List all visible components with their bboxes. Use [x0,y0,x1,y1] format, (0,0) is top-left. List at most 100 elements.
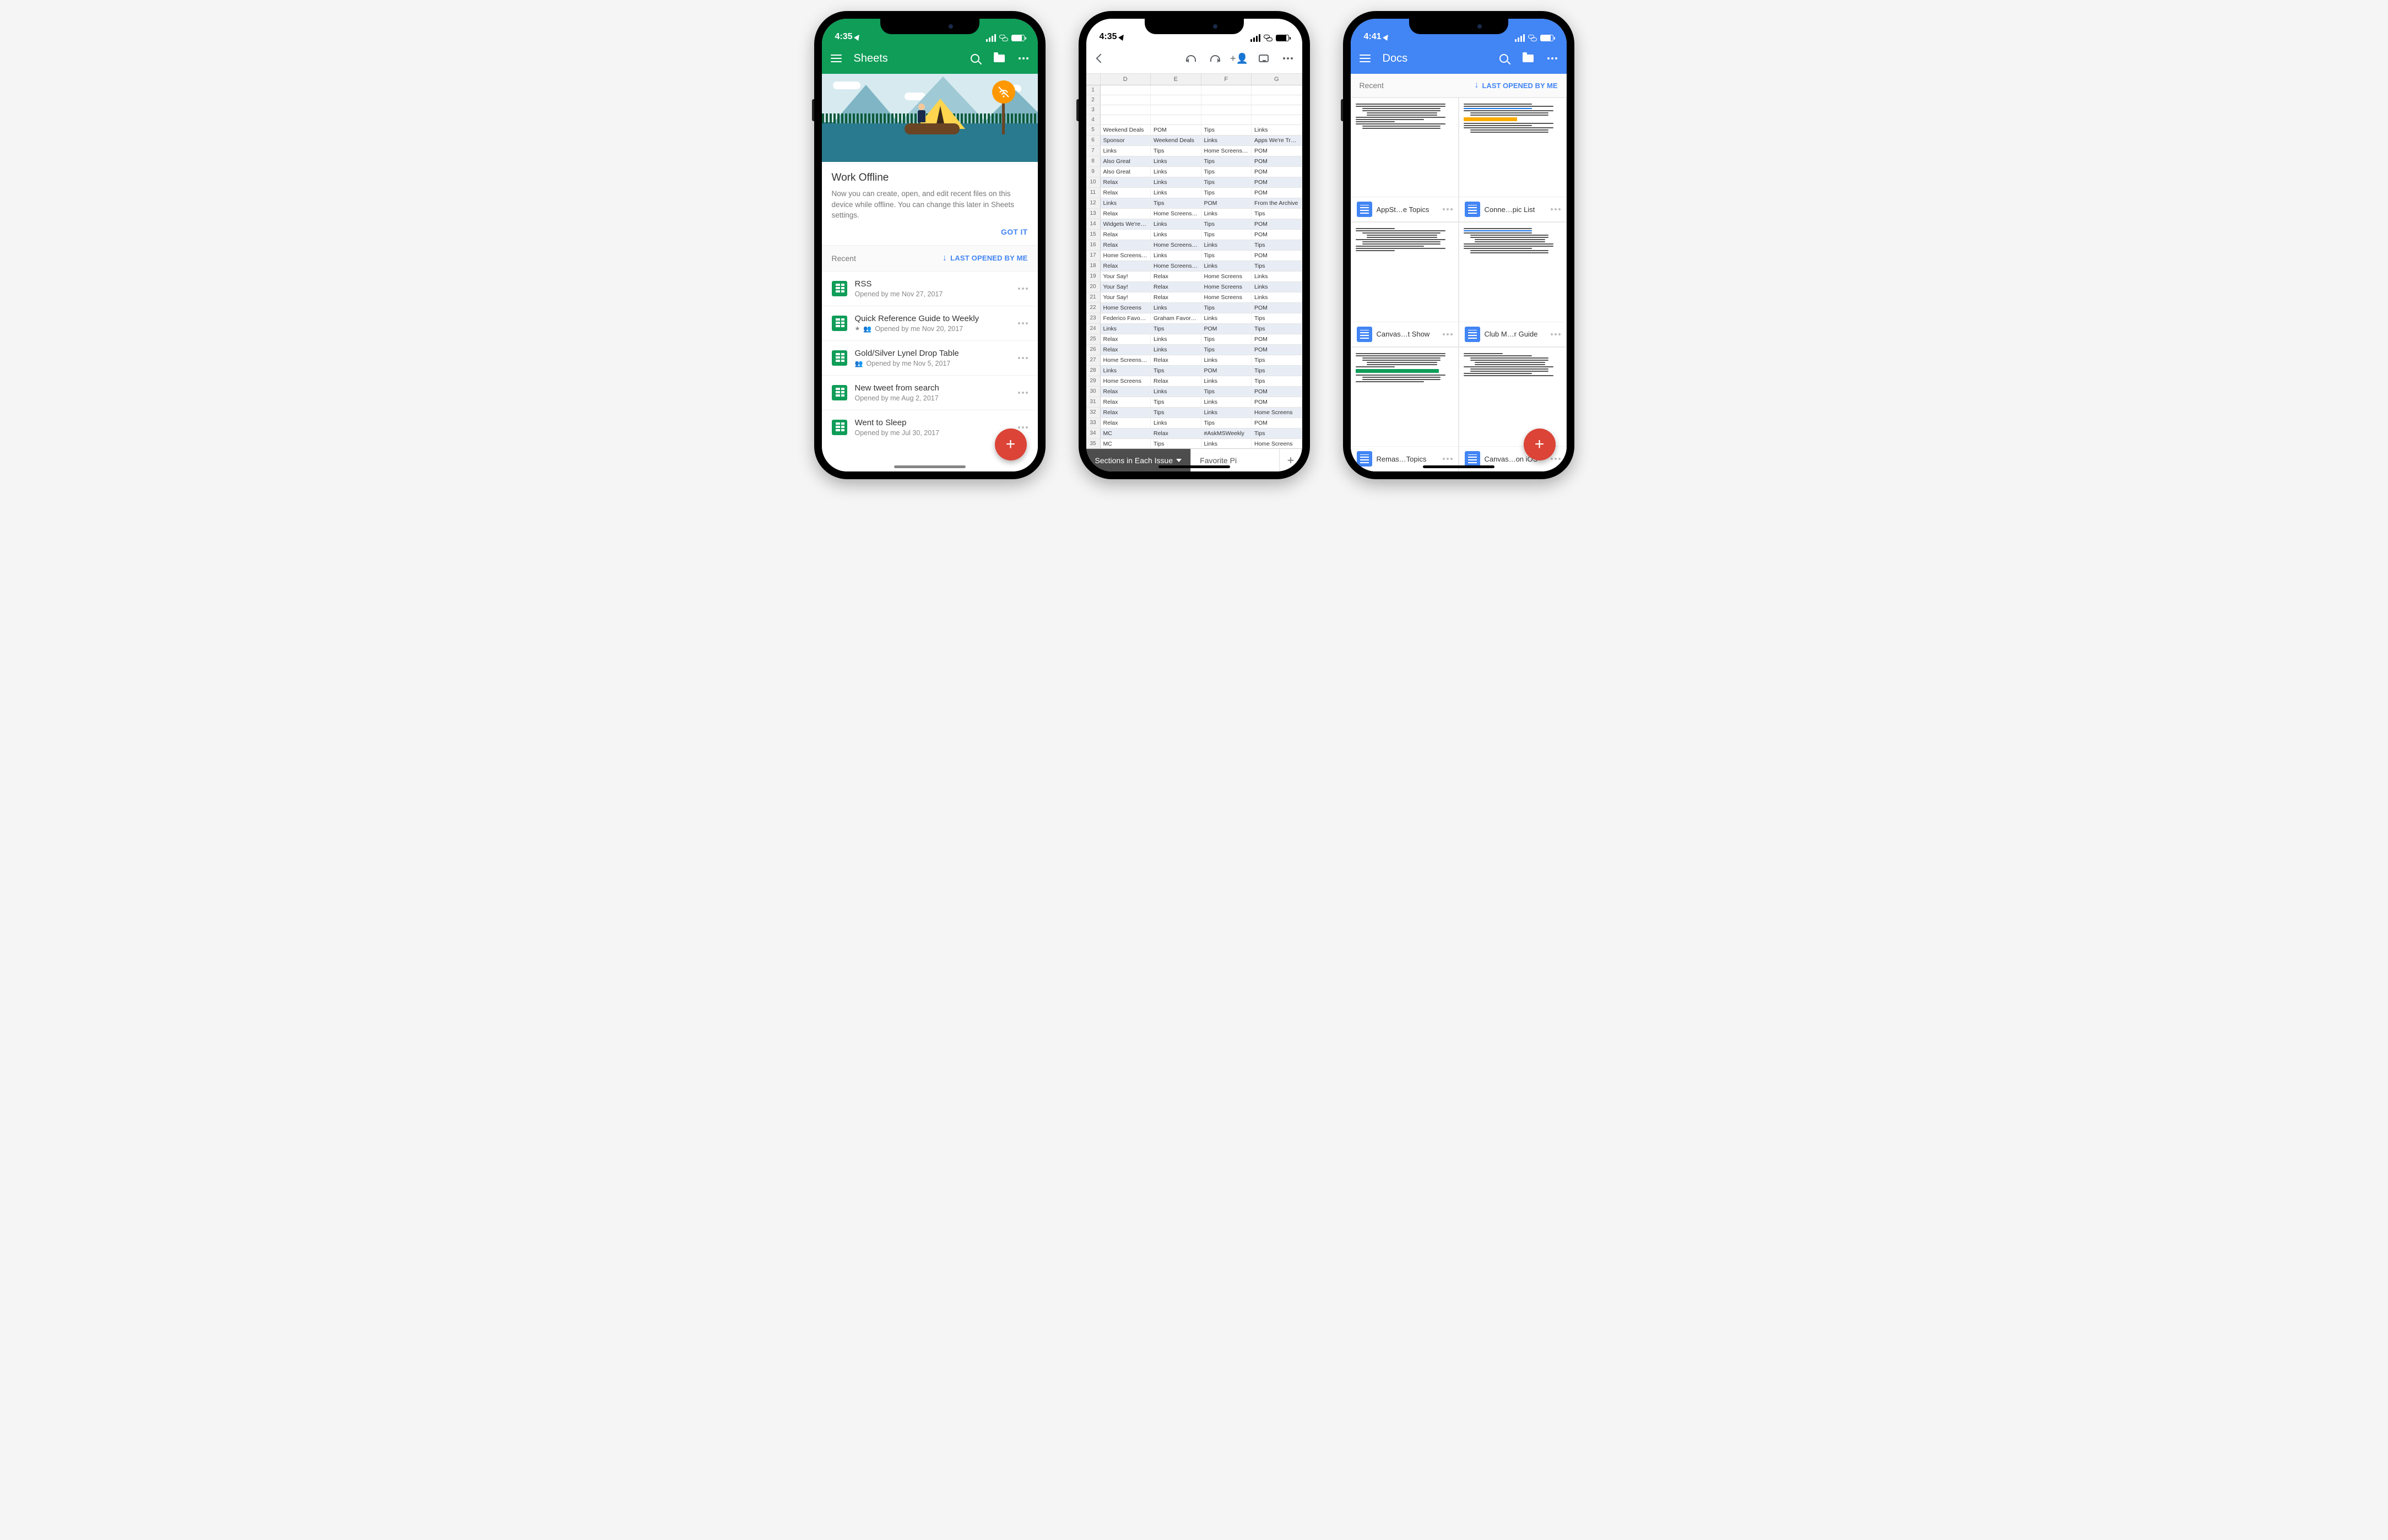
cell[interactable] [1201,105,1252,115]
cell[interactable]: Home Screens [1201,292,1252,302]
row-number[interactable]: 2 [1086,95,1101,105]
cell[interactable]: Relax [1101,334,1151,344]
folder-button[interactable] [993,52,1006,65]
cell[interactable]: Tips [1151,324,1201,334]
cell[interactable]: Links [1151,219,1201,229]
cell[interactable]: Tips [1151,397,1201,407]
cell[interactable]: Links [1101,146,1151,156]
cell[interactable]: POM [1201,366,1252,376]
redo-button[interactable] [1209,52,1222,65]
sheet-row[interactable]: 10RelaxLinksTipsPOM [1086,177,1302,188]
cell[interactable] [1151,105,1201,115]
cell[interactable] [1101,115,1151,124]
column-header[interactable]: G [1252,74,1302,85]
add-tab-button[interactable]: + [1279,449,1302,471]
row-number[interactable]: 35 [1086,439,1101,448]
sheet-row[interactable]: 18RelaxHome Screens (Others)LinksTips [1086,261,1302,272]
cell[interactable]: Tips [1201,418,1252,428]
cell[interactable]: Your Say! [1101,282,1151,292]
cell[interactable]: POM [1252,167,1302,177]
row-number[interactable]: 33 [1086,418,1101,428]
cell[interactable]: Relax [1151,429,1201,438]
cell[interactable]: Tips [1252,366,1302,376]
cell[interactable]: Relax [1101,397,1151,407]
cell[interactable]: Relax [1101,240,1151,250]
sort-button[interactable]: ↓ LAST OPENED BY ME [943,253,1028,263]
cell[interactable]: Apps We're Trying [1252,135,1302,145]
sheet-row[interactable]: 17Home Screens (Others)LinksTipsPOM [1086,251,1302,261]
doc-card[interactable]: Conne…pic List [1459,97,1567,222]
cell[interactable]: Widgets We're Using [1101,219,1151,229]
column-header[interactable]: F [1201,74,1252,85]
row-number[interactable]: 32 [1086,408,1101,417]
sheet-row[interactable]: 6SponsorWeekend DealsLinksApps We're Try… [1086,135,1302,146]
cell[interactable]: Tips [1201,334,1252,344]
doc-more-button[interactable] [1443,208,1453,210]
cell[interactable]: Relax [1101,345,1151,355]
cell[interactable]: Links [1101,324,1151,334]
row-number[interactable]: 22 [1086,303,1101,313]
cell[interactable]: Relax [1151,292,1201,302]
cell[interactable]: Federico Favorite Albums of 2014 [1101,313,1151,323]
cell[interactable]: Home Screens (Others) [1101,251,1151,261]
cell[interactable]: Home Screens (iPhone) [1201,146,1252,156]
cell[interactable]: Also Great [1101,167,1151,177]
row-number[interactable]: 7 [1086,146,1101,156]
file-more-button[interactable] [1018,357,1028,359]
cell[interactable]: Home Screens [1201,272,1252,281]
cell[interactable]: Tips [1151,366,1201,376]
spreadsheet[interactable]: DEFG 12345Weekend DealsPOMTipsLinks6Spon… [1086,74,1302,448]
cell[interactable]: Links [1201,240,1252,250]
cell[interactable]: POM [1252,387,1302,397]
search-button[interactable] [1497,52,1510,65]
cell[interactable]: Tips [1151,198,1201,208]
cell[interactable]: Links [1201,135,1252,145]
cell[interactable]: Home Screens [1252,439,1302,448]
cell[interactable]: Tips [1151,408,1201,417]
sheet-row[interactable]: 9Also GreatLinksTipsPOM [1086,167,1302,177]
row-number[interactable]: 23 [1086,313,1101,323]
cell[interactable] [1151,95,1201,105]
sheet-row[interactable]: 12LinksTipsPOMFrom the Archive [1086,198,1302,209]
row-number[interactable]: 28 [1086,366,1101,376]
cell[interactable]: Relax [1101,387,1151,397]
cell[interactable]: Tips [1151,439,1201,448]
cell[interactable]: Relax [1101,261,1151,271]
cell[interactable] [1101,85,1151,95]
file-item[interactable]: RSS Opened by me Nov 27, 2017 [822,271,1038,306]
cell[interactable]: Tips [1201,230,1252,240]
row-number[interactable]: 10 [1086,177,1101,187]
more-button[interactable] [1017,52,1030,65]
cell[interactable]: Links [1151,418,1201,428]
cell[interactable]: Tips [1201,345,1252,355]
cell[interactable]: Home Screens [1201,282,1252,292]
row-number[interactable]: 9 [1086,167,1101,177]
doc-more-button[interactable] [1443,333,1453,335]
row-number[interactable]: 25 [1086,334,1101,344]
row-number[interactable]: 13 [1086,209,1101,219]
sheet-row[interactable]: 21Your Say!RelaxHome ScreensLinks [1086,292,1302,303]
cell[interactable]: Relax [1101,418,1151,428]
cell[interactable] [1252,85,1302,95]
cell[interactable]: Relax [1101,408,1151,417]
cell[interactable]: POM [1252,251,1302,261]
folder-button[interactable] [1521,52,1535,65]
doc-card[interactable]: Canvas…t Show [1351,222,1459,346]
cell[interactable]: Home Screens (FV iPhone 6) [1151,209,1201,219]
fab-new[interactable]: + [995,429,1027,460]
row-number[interactable]: 14 [1086,219,1101,229]
cell[interactable]: Home Screens (Others) [1151,261,1201,271]
doc-card[interactable]: Club M…r Guide [1459,222,1567,346]
cell[interactable]: Links [1151,188,1201,198]
cell[interactable]: Links [1252,292,1302,302]
cell[interactable]: Relax [1151,355,1201,365]
cell[interactable]: Relax [1151,376,1201,386]
cell[interactable]: Home Screens [1101,303,1151,313]
cell[interactable]: Links [1201,261,1252,271]
cell[interactable]: Links [1201,355,1252,365]
cell[interactable]: Tips [1252,313,1302,323]
fab-new[interactable]: + [1524,429,1556,460]
cell[interactable]: Tips [1201,167,1252,177]
cell[interactable]: Home Screens [1252,408,1302,417]
cell[interactable]: Relax [1101,188,1151,198]
